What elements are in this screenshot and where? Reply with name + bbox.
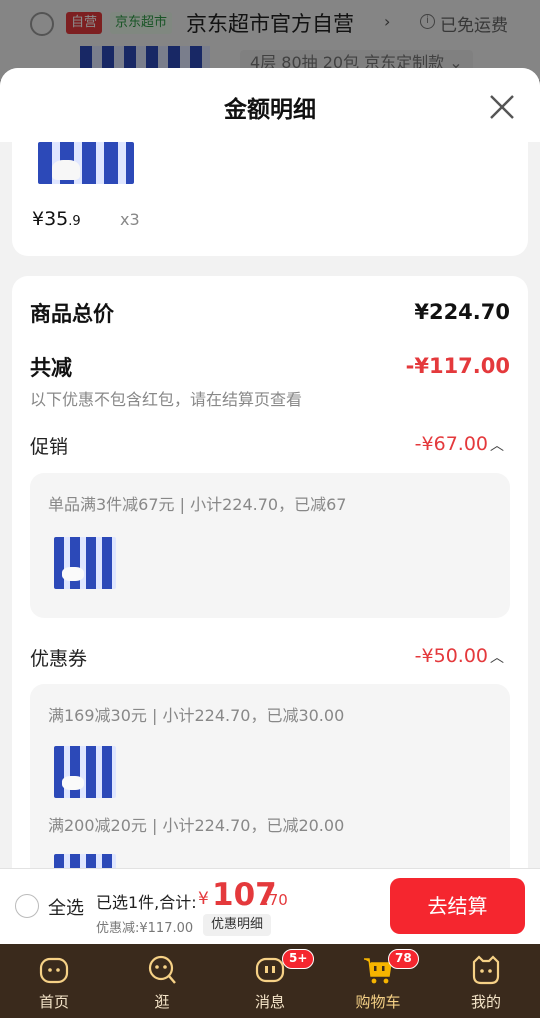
product-price: ¥35.9: [32, 208, 81, 230]
coupon-detail-2: 满200减20元 | 小计224.70，已减20.00: [48, 816, 345, 835]
product-image: [38, 142, 134, 184]
reduction-label: 共减: [30, 356, 72, 380]
reduction-value: -¥117.00: [405, 354, 510, 378]
home-face-icon: [39, 957, 69, 984]
bottom-tab-bar: 首页 逛 5+ 消息 78 购物车 我的: [0, 944, 540, 1018]
promotion-toggle[interactable]: -¥67.00 ︿: [415, 433, 504, 455]
tab-cart-label: 购物车: [355, 993, 401, 1011]
tab-home[interactable]: 首页: [0, 944, 108, 1018]
promotion-value: -¥67.00: [414, 433, 488, 455]
close-icon[interactable]: [485, 90, 519, 124]
sheet-title: 金额明细: [224, 97, 316, 123]
chevron-up-icon: ︿: [490, 650, 504, 666]
select-all-radio[interactable]: [15, 894, 39, 918]
coupon-detail-box: 满169减30元 | 小计224.70，已减30.00 满200减20元 | 小…: [30, 684, 510, 868]
price-breakdown-card: 商品总价 ¥224.70 共减 -¥117.00 以下优惠不包含红包，请在结算页…: [12, 276, 528, 868]
cart-badge: 78: [388, 949, 419, 969]
checkout-button[interactable]: 去结算: [390, 878, 525, 934]
tab-profile-label: 我的: [470, 993, 501, 1011]
tab-cart[interactable]: 78 购物车: [324, 944, 432, 1018]
coupon-product-image-2: [54, 854, 116, 868]
coupon-value: -¥50.00: [414, 645, 488, 667]
total-price-value: ¥224.70: [414, 300, 510, 324]
messages-badge: 5+: [282, 949, 315, 969]
select-all-label[interactable]: 全选: [48, 894, 84, 920]
total-price-label: 商品总价: [30, 302, 114, 326]
coupon-product-image-1: [54, 746, 116, 798]
discount-detail-button[interactable]: 优惠明细: [203, 914, 272, 936]
promotion-product-image: [54, 537, 116, 589]
promotion-detail: 单品满3件减67元 | 小计224.70，已减67: [48, 495, 347, 514]
chevron-up-icon: ︿: [490, 438, 504, 454]
amount-detail-sheet: 金额明细 ¥35.9 x3 商品总价 ¥224.70 共减 -¥117.00 以…: [0, 68, 540, 868]
reduction-note: 以下优惠不包含红包，请在结算页查看: [30, 390, 303, 409]
tab-explore-label: 逛: [154, 993, 170, 1011]
coupon-label: 优惠券: [30, 648, 88, 670]
tab-messages[interactable]: 5+ 消息: [216, 944, 324, 1018]
promotion-detail-box: 单品满3件减67元 | 小计224.70，已减67: [30, 473, 510, 618]
sheet-header: 金额明细: [0, 68, 540, 142]
coupon-toggle[interactable]: -¥50.00 ︿: [415, 645, 504, 667]
total-currency: ¥: [198, 889, 209, 909]
product-quantity: x3: [120, 210, 140, 229]
tab-explore[interactable]: 逛: [108, 944, 216, 1018]
promotion-label: 促销: [30, 436, 69, 458]
tab-profile[interactable]: 我的: [432, 944, 540, 1018]
profile-face-icon: [472, 955, 500, 985]
discount-summary: 优惠减:¥117.00: [96, 921, 194, 936]
selected-count: 已选1件,合计:: [96, 893, 197, 912]
checkout-bar: 全选 已选1件,合计: ¥ 107 .70 优惠减:¥117.00 优惠明细 去…: [0, 868, 540, 944]
explore-face-icon: [148, 955, 176, 984]
tab-messages-label: 消息: [254, 993, 285, 1011]
coupon-detail-1: 满169减30元 | 小计224.70，已减30.00: [48, 706, 345, 725]
product-card: ¥35.9 x3: [12, 142, 528, 256]
total-amount-decimal: .70: [264, 891, 288, 909]
tab-home-label: 首页: [38, 993, 69, 1011]
